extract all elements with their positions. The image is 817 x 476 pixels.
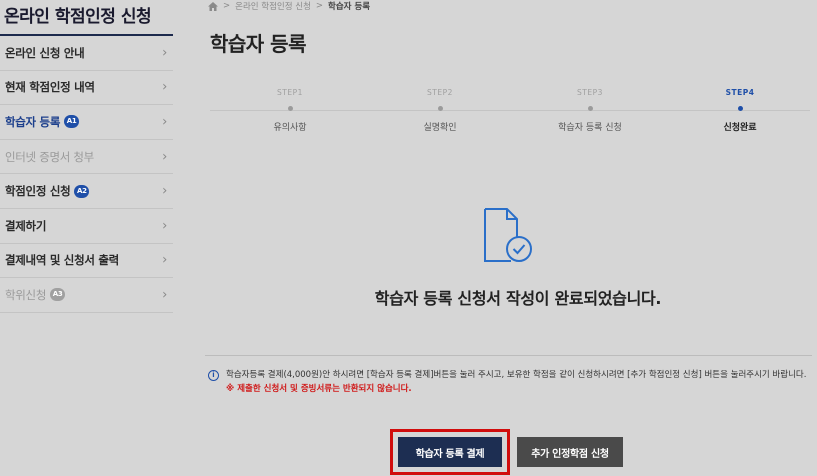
step-label: 학습자 등록 신청 xyxy=(558,123,622,133)
sidebar-badge: A2 xyxy=(74,184,90,198)
step-3: STEP3 학습자 등록 신청 xyxy=(530,88,650,133)
step-dot xyxy=(287,106,293,111)
sidebar-badge: A3 xyxy=(50,288,66,302)
chevron-right-icon: › xyxy=(162,45,167,61)
notice-box: i 학습자등록 결제(4,000원)안 하시려면 [학습자 등록 결제]버튼을 … xyxy=(205,355,812,396)
notice-text: 학습자등록 결제(4,000원)안 하시려면 [학습자 등록 결제]버튼을 눌러… xyxy=(226,370,807,380)
sidebar-item-label: 결제내역 및 신청서 출력 xyxy=(5,253,119,268)
step-number: STEP2 xyxy=(427,88,453,97)
chevron-right-icon: › xyxy=(162,252,167,268)
step-dot xyxy=(737,106,743,111)
step-dot xyxy=(587,106,593,111)
sidebar-item-label: 현재 학점인정 내역 xyxy=(5,80,95,95)
sidebar-item-label: 결제하기 xyxy=(5,218,47,233)
sidebar-item-label: 학위신청 xyxy=(5,287,47,302)
highlight-box: 학습자 등록 결제 xyxy=(390,429,510,475)
chevron-right-icon: › xyxy=(162,79,167,95)
notice-warning: ※ 제출한 신청서 및 증빙서류는 반환되지 않습니다. xyxy=(226,384,412,394)
step-label: 유의사항 xyxy=(273,123,307,133)
page-title: 학습자 등록 xyxy=(210,32,306,56)
breadcrumb-separator: > xyxy=(315,1,324,11)
sidebar-item-label: 학점인정 신청 xyxy=(5,184,71,199)
sidebar-item-label: 온라인 신청 안내 xyxy=(5,45,85,60)
sidebar: 온라인 학점인정 신청 온라인 신청 안내 › 현재 학점인정 내역 › 학습자… xyxy=(0,0,173,476)
sidebar-item-online-guide[interactable]: 온라인 신청 안내 › xyxy=(0,36,173,71)
step-number: STEP3 xyxy=(577,88,603,97)
sidebar-item-label: 학습자 등록 xyxy=(5,114,61,129)
sidebar-item-payment-history[interactable]: 결제내역 및 신청서 출력 › xyxy=(0,244,173,279)
sidebar-item-label: 인터넷 증명서 청부 xyxy=(5,149,94,164)
main-content: > 온라인 학점인정 신청 > 학습자 등록 학습자 등록 STEP1 유의사항… xyxy=(205,0,817,476)
chevron-right-icon: › xyxy=(162,183,167,199)
info-icon: i xyxy=(208,370,219,381)
step-number: STEP4 xyxy=(725,88,755,97)
chevron-right-icon: › xyxy=(162,149,167,165)
breadcrumb-item[interactable]: 온라인 학점인정 신청 xyxy=(235,0,311,12)
chevron-right-icon: › xyxy=(162,114,167,130)
breadcrumb-separator: > xyxy=(223,1,231,11)
step-4: STEP4 신청완료 xyxy=(680,88,800,133)
chevron-right-icon: › xyxy=(162,218,167,234)
breadcrumb: > 온라인 학점인정 신청 > 학습자 등록 xyxy=(208,0,370,12)
learner-registration-payment-button[interactable]: 학습자 등록 결제 xyxy=(398,437,502,467)
sidebar-item-degree-application[interactable]: 학위신청 A3 › xyxy=(0,278,173,313)
document-check-icon xyxy=(484,208,532,262)
sidebar-badge: A1 xyxy=(64,115,80,129)
step-label: 실명확인 xyxy=(423,123,457,133)
sidebar-item-internet-certificate[interactable]: 인터넷 증명서 청부 › xyxy=(0,140,173,175)
sidebar-item-credit-application[interactable]: 학점인정 신청 A2 › xyxy=(0,174,173,209)
chevron-right-icon: › xyxy=(162,287,167,303)
step-label: 신청완료 xyxy=(723,123,757,133)
breadcrumb-current: 학습자 등록 xyxy=(328,2,371,12)
step-number: STEP1 xyxy=(277,88,303,97)
sidebar-item-current-credits[interactable]: 현재 학점인정 내역 › xyxy=(0,71,173,106)
home-icon[interactable] xyxy=(208,1,218,11)
step-progress: STEP1 유의사항 STEP2 실명확인 STEP3 학습자 등록 신청 ST… xyxy=(210,88,810,148)
sidebar-title: 온라인 학점인정 신청 xyxy=(0,0,173,36)
step-2: STEP2 실명확인 xyxy=(380,88,500,133)
additional-credit-application-button[interactable]: 추가 인정학점 신청 xyxy=(517,437,623,467)
completion-message: 학습자 등록 신청서 작성이 완료되었습니다. xyxy=(374,289,662,308)
step-dot xyxy=(437,106,443,111)
step-1: STEP1 유의사항 xyxy=(230,88,350,133)
sidebar-item-learner-registration[interactable]: 학습자 등록 A1 › xyxy=(0,105,173,140)
sidebar-item-payment[interactable]: 결제하기 › xyxy=(0,209,173,244)
